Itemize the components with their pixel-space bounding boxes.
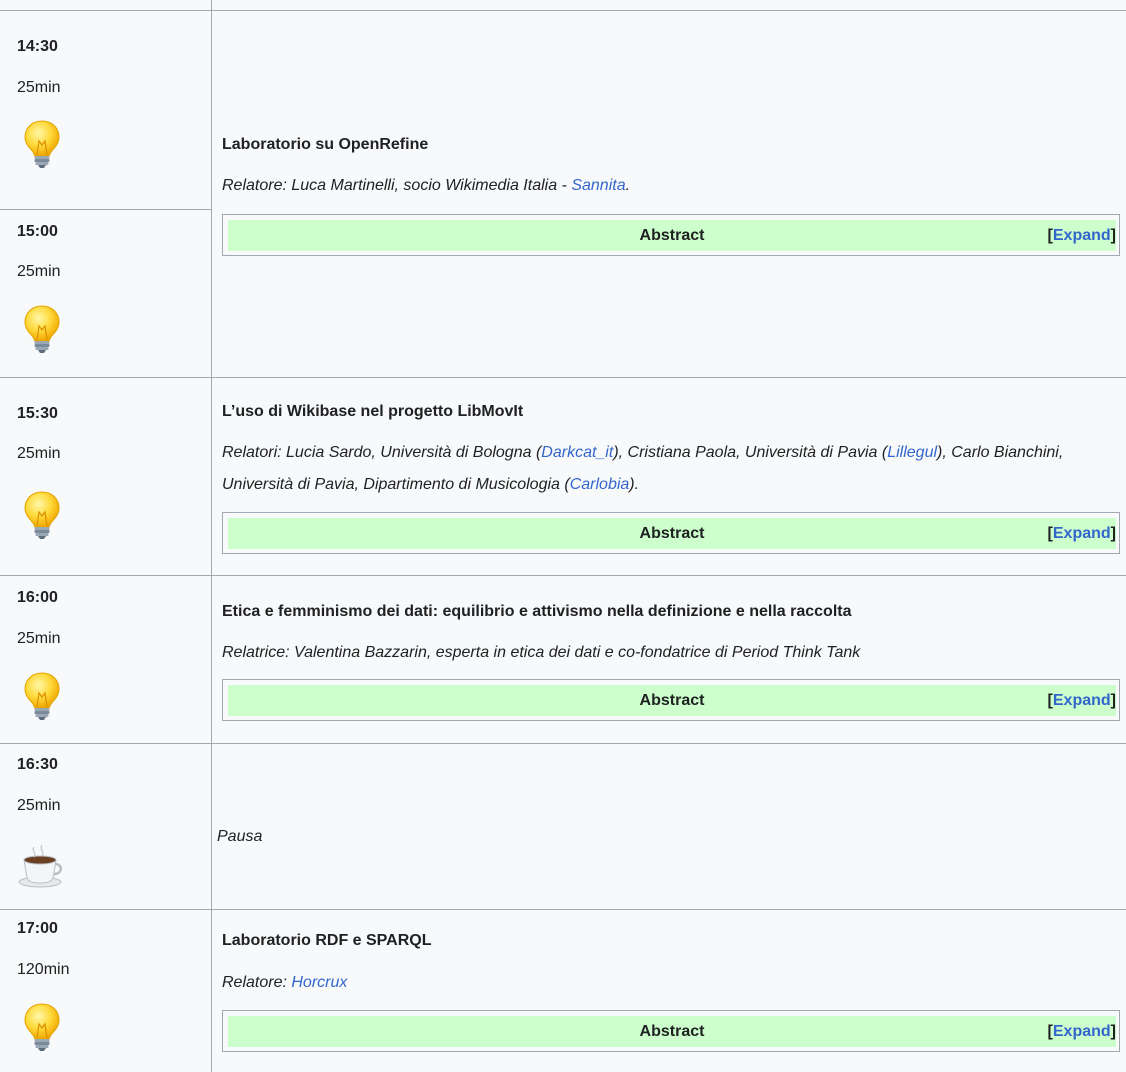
speakers-text: ), Cristiana Paola, Università di Pavia …: [613, 444, 888, 461]
speakers-text: Relatore: Luca Martinelli, socio Wikimed…: [222, 177, 572, 194]
expand-toggle[interactable]: [Expand]: [1048, 692, 1116, 710]
slot-duration: 25min: [17, 445, 61, 462]
lightbulb-icon: [22, 671, 62, 721]
abstract-label: Abstract: [639, 1023, 705, 1040]
expand-toggle[interactable]: [Expand]: [1048, 525, 1116, 543]
schedule-table: 14:30 25min 15:00 25min Laboratorio su O…: [0, 0, 1126, 1072]
event-title: Laboratorio su OpenRefine: [222, 136, 429, 153]
event-speakers: Relatore: Horcrux: [222, 967, 1116, 999]
event-speakers: Relatori: Lucia Sardo, Università di Bol…: [222, 437, 1116, 501]
speaker-link-lillegul[interactable]: Lillegul: [887, 444, 937, 461]
event-cell-libmovit: L’uso di Wikibase nel progetto LibMovIt …: [212, 378, 1126, 576]
event-cell-pausa: Pausa: [212, 744, 1126, 910]
expand-toggle[interactable]: [Expand]: [1048, 227, 1116, 245]
lightbulb-icon: [22, 119, 62, 169]
slot-duration: 25min: [17, 79, 61, 96]
speaker-link-sannita[interactable]: Sannita: [571, 177, 625, 194]
speaker-link-darkcat[interactable]: Darkcat_it: [541, 444, 613, 461]
speakers-text: ).: [629, 476, 640, 493]
event-title: L’uso di Wikibase nel progetto LibMovIt: [222, 403, 524, 420]
coffee-cup-icon: [16, 844, 66, 888]
abstract-header: Abstract [Expand]: [228, 685, 1116, 716]
expand-button[interactable]: Expand: [1053, 692, 1111, 709]
event-cell-etica: Etica e femminismo dei dati: equilibrio …: [212, 576, 1126, 744]
time-cell-1430: 14:30 25min: [0, 11, 212, 210]
time-cell-1500: 15:00 25min: [0, 210, 212, 378]
slot-duration: 25min: [17, 630, 61, 647]
speaker-link-horcrux[interactable]: Horcrux: [291, 974, 347, 991]
time-cell-1600: 16:00 25min: [0, 576, 212, 744]
expand-button[interactable]: Expand: [1053, 1023, 1111, 1040]
pause-label: Pausa: [217, 828, 263, 845]
event-speakers: Relatrice: Valentina Bazzarin, esperta i…: [222, 644, 861, 661]
lightbulb-icon: [22, 490, 62, 540]
speakers-text: Relatori: Lucia Sardo, Università di Bol…: [222, 444, 542, 461]
expand-toggle[interactable]: [Expand]: [1048, 1023, 1116, 1041]
event-cell-rdf-sparql: Laboratorio RDF e SPARQL Relatore: Horcr…: [212, 910, 1126, 1072]
bracket-close: ]: [1110, 227, 1116, 244]
abstract-box: Abstract [Expand]: [222, 512, 1120, 554]
slot-duration: 25min: [17, 263, 61, 280]
slot-time: 15:00: [17, 223, 58, 240]
abstract-box: Abstract [Expand]: [222, 214, 1120, 256]
time-cell-1530: 15:30 25min: [0, 378, 212, 576]
event-cell-openrefine: Laboratorio su OpenRefine Relatore: Luca…: [212, 11, 1126, 378]
speakers-text: Relatore:: [222, 974, 292, 991]
expand-button[interactable]: Expand: [1053, 525, 1111, 542]
event-title: Laboratorio RDF e SPARQL: [222, 932, 432, 949]
slot-time: 16:00: [17, 589, 58, 606]
event-speakers: Relatore: Luca Martinelli, socio Wikimed…: [222, 170, 1116, 202]
speakers-text: .: [625, 177, 631, 194]
abstract-label: Abstract: [639, 692, 705, 709]
slot-duration: 25min: [17, 797, 61, 814]
event-title: Etica e femminismo dei dati: equilibrio …: [222, 603, 852, 620]
time-cell-top: [0, 0, 212, 11]
event-cell-top: [212, 0, 1126, 11]
expand-button[interactable]: Expand: [1053, 227, 1111, 244]
time-cell-1630: 16:30 25min: [0, 744, 212, 910]
slot-time: 17:00: [17, 920, 58, 937]
lightbulb-icon: [22, 304, 62, 354]
lightbulb-icon: [22, 1002, 62, 1052]
abstract-box: Abstract [Expand]: [222, 1010, 1120, 1052]
abstract-label: Abstract: [639, 525, 705, 542]
bracket-close: ]: [1110, 1023, 1116, 1040]
bracket-close: ]: [1110, 525, 1116, 542]
abstract-header: Abstract [Expand]: [228, 518, 1116, 549]
bracket-close: ]: [1110, 692, 1116, 709]
slot-time: 14:30: [17, 38, 58, 55]
abstract-box: Abstract [Expand]: [222, 679, 1120, 721]
time-cell-1700: 17:00 120min: [0, 910, 212, 1072]
abstract-header: Abstract [Expand]: [228, 220, 1116, 251]
speaker-link-carlobia[interactable]: Carlobia: [570, 476, 630, 493]
slot-duration: 120min: [17, 961, 70, 978]
abstract-label: Abstract: [639, 227, 705, 244]
slot-time: 16:30: [17, 756, 58, 773]
slot-time: 15:30: [17, 405, 58, 422]
abstract-header: Abstract [Expand]: [228, 1016, 1116, 1047]
